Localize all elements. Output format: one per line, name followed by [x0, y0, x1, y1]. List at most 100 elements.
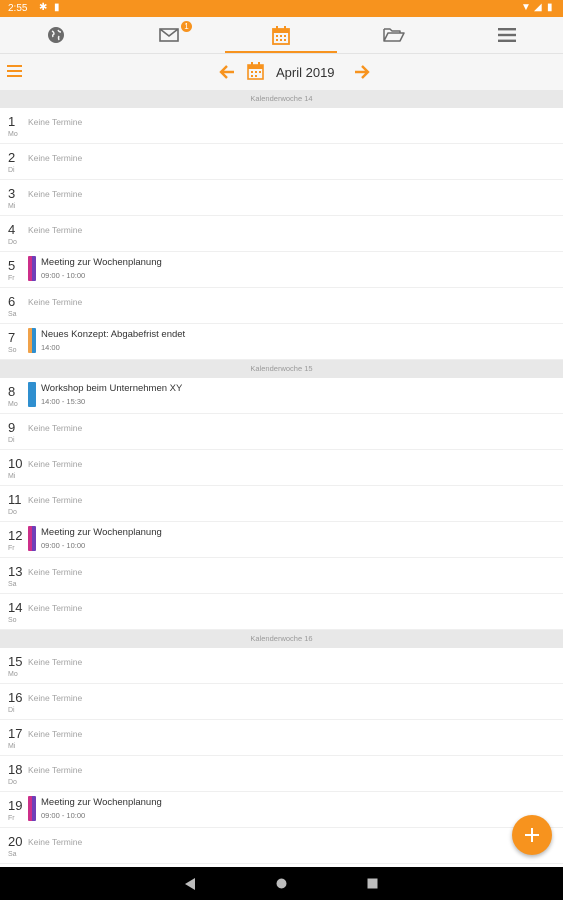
previous-month-arrow-icon[interactable]	[219, 65, 235, 79]
day-row[interactable]: 4 Do Keine Termine	[0, 216, 563, 252]
weekday-label: Di	[8, 167, 15, 174]
day-row[interactable]: 3 Mi Keine Termine	[0, 180, 563, 216]
weekday-label: Di	[8, 707, 15, 714]
day-number: 20	[8, 834, 23, 849]
event-title[interactable]: Meeting zur Wochenplanung	[41, 257, 162, 268]
event-time: 09:00 - 10:00	[41, 811, 86, 820]
no-appointments-label: Keine Termine	[28, 297, 83, 307]
day-number: 3	[8, 186, 16, 201]
weekday-label: Fr	[8, 545, 15, 552]
tab-messages[interactable]: 1	[138, 17, 200, 53]
no-appointments-label: Keine Termine	[28, 765, 83, 775]
no-appointments-label: Keine Termine	[28, 603, 83, 613]
event-time: 14:00 - 15:30	[41, 397, 86, 406]
day-number: 12	[8, 528, 23, 543]
day-row[interactable]: 5 Fr Meeting zur Wochenplanung 09:00 - 10:0…	[0, 252, 563, 288]
event-time: 09:00 - 10:00	[41, 541, 86, 550]
back-icon[interactable]	[185, 878, 196, 890]
day-row[interactable]: 16 Di Keine Termine	[0, 684, 563, 720]
side-menu-icon[interactable]	[7, 65, 22, 77]
day-number: 6	[8, 294, 16, 309]
event-title[interactable]: Meeting zur Wochenplanung	[41, 527, 162, 538]
day-number: 16	[8, 690, 23, 705]
weekday-label: So	[8, 347, 17, 354]
tab-news[interactable]	[25, 17, 87, 53]
day-row[interactable]: 19 Fr Meeting zur Wochenplanung 09:00 - 10:…	[0, 792, 563, 828]
home-icon[interactable]	[276, 878, 287, 889]
weekday-label: Di	[8, 437, 15, 444]
tab-calendar[interactable]	[225, 17, 337, 53]
system-navigation-bar	[0, 867, 563, 900]
day-row[interactable]: 9 Di Keine Termine	[0, 414, 563, 450]
day-number: 19	[8, 798, 23, 813]
day-row[interactable]: 10 Mi Keine Termine	[0, 450, 563, 486]
day-number: 9	[8, 420, 16, 435]
day-row[interactable]: 14 So Keine Termine	[0, 594, 563, 630]
signal-icon: ◢	[534, 2, 542, 13]
event-color-bar	[28, 328, 36, 353]
day-row[interactable]: 2 Di Keine Termine	[0, 144, 563, 180]
day-row[interactable]: 17 Mi Keine Termine	[0, 720, 563, 756]
next-month-arrow-icon[interactable]	[354, 65, 370, 79]
day-row[interactable]: 11 Do Keine Termine	[0, 486, 563, 522]
day-row[interactable]: 6 Sa Keine Termine	[0, 288, 563, 324]
day-number: 8	[8, 384, 16, 399]
status-bar: 2:55 ✱ ▮ ▼ ◢ ▮	[0, 0, 563, 17]
no-appointments-label: Keine Termine	[28, 567, 83, 577]
weekday-label: Sa	[8, 311, 17, 318]
day-number: 13	[8, 564, 23, 579]
day-number: 15	[8, 654, 23, 669]
event-time: 09:00 - 10:00	[41, 271, 86, 280]
mail-icon	[159, 28, 179, 42]
day-row[interactable]: 7 So Neues Konzept: Abgabefrist endet 14:00	[0, 324, 563, 360]
tab-more[interactable]	[476, 17, 538, 53]
no-appointments-label: Keine Termine	[28, 459, 83, 469]
week-header: Kalenderwoche 15	[0, 360, 563, 378]
weekday-label: So	[8, 617, 17, 624]
weekday-label: Mi	[8, 743, 16, 750]
no-appointments-label: Keine Termine	[28, 189, 83, 199]
day-number: 4	[8, 222, 16, 237]
event-color-bar	[28, 526, 36, 551]
plus-icon	[525, 828, 539, 842]
day-row[interactable]: 1 Mo Keine Termine	[0, 108, 563, 144]
day-row[interactable]: 12 Fr Meeting zur Wochenplanung 09:00 - 10:…	[0, 522, 563, 558]
recents-icon[interactable]	[367, 878, 378, 889]
event-color-bar	[28, 256, 36, 281]
no-appointments-label: Keine Termine	[28, 495, 83, 505]
day-number: 18	[8, 762, 23, 777]
settings-gear-icon: ✱	[39, 2, 48, 13]
messages-count-badge: 1	[181, 21, 192, 32]
no-appointments-label: Keine Termine	[28, 693, 83, 703]
wifi-icon: ▼	[521, 2, 531, 13]
day-row[interactable]: 20 Sa Keine Termine	[0, 828, 563, 864]
tab-files[interactable]	[363, 17, 425, 53]
day-row[interactable]: 13 Sa Keine Termine	[0, 558, 563, 594]
day-row[interactable]: 18 Do Keine Termine	[0, 756, 563, 792]
status-time: 2:55	[8, 3, 28, 14]
sd-card-icon: ▮	[54, 2, 60, 13]
calendar-icon	[272, 25, 290, 45]
folder-open-icon	[383, 28, 405, 42]
no-appointments-label: Keine Termine	[28, 117, 83, 127]
top-tab-bar: 1	[0, 17, 563, 54]
battery-icon: ▮	[547, 2, 553, 13]
event-title[interactable]: Neues Konzept: Abgabefrist endet	[41, 329, 185, 340]
day-number: 10	[8, 456, 23, 471]
weekday-label: Mo	[8, 131, 18, 138]
day-number: 11	[8, 492, 22, 507]
no-appointments-label: Keine Termine	[28, 729, 83, 739]
weekday-label: Do	[8, 779, 17, 786]
event-title[interactable]: Workshop beim Unternehmen XY	[41, 383, 182, 394]
current-month-label[interactable]: April 2019	[276, 65, 335, 80]
weekday-label: Mo	[8, 671, 18, 678]
add-appointment-button[interactable]	[512, 815, 552, 855]
week-header: Kalenderwoche 16	[0, 630, 563, 648]
calendar-today-icon[interactable]	[247, 62, 264, 80]
day-number: 14	[8, 600, 23, 615]
day-number: 5	[8, 258, 16, 273]
day-number: 7	[8, 330, 16, 345]
day-row[interactable]: 8 Mo Workshop beim Unternehmen XY 14:00 - 1…	[0, 378, 563, 414]
day-row[interactable]: 15 Mo Keine Termine	[0, 648, 563, 684]
event-title[interactable]: Meeting zur Wochenplanung	[41, 797, 162, 808]
